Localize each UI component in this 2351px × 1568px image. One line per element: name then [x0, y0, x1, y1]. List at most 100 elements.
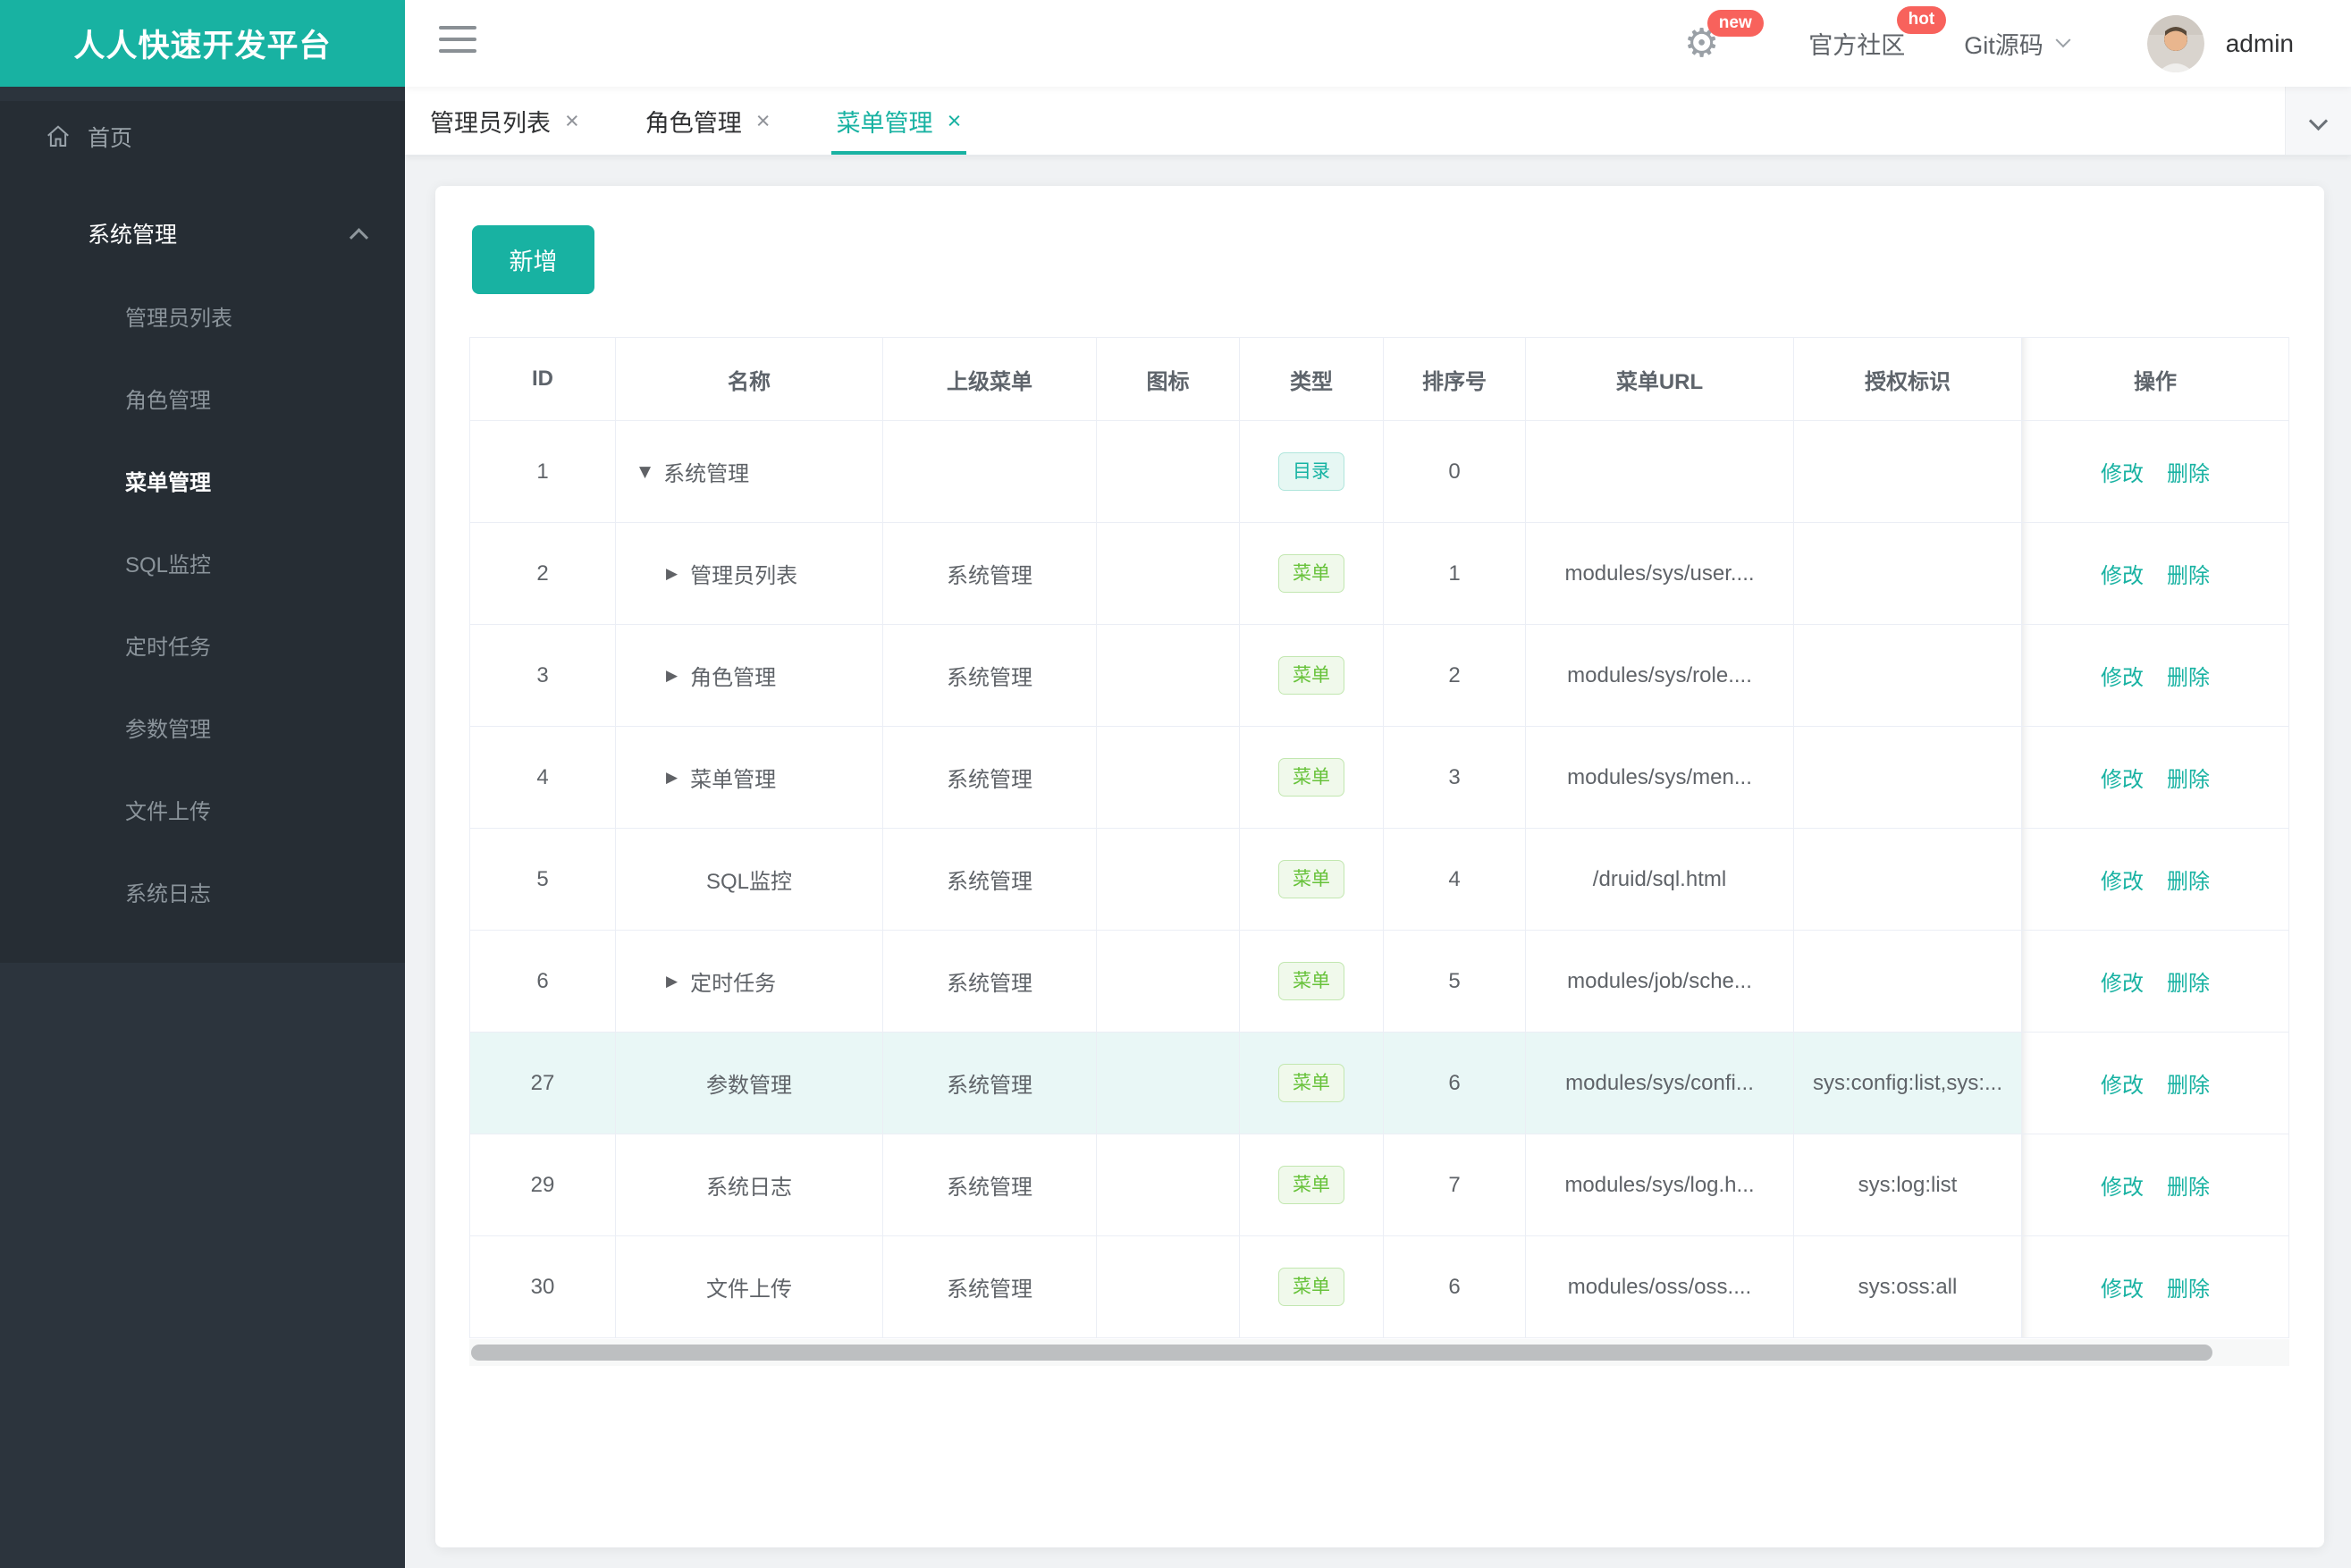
sidebar-item-定时任务[interactable]: 定时任务: [0, 607, 405, 689]
sidebar-toggle-button[interactable]: [439, 26, 476, 53]
edit-link[interactable]: 修改: [2101, 1074, 2144, 1098]
type-badge: 菜单: [1278, 1064, 1344, 1102]
delete-link[interactable]: 删除: [2167, 462, 2210, 486]
table-row: 27 参数管理 系统管理 菜单 6 modules/sys/confi... sys:con…: [469, 1032, 2289, 1134]
table-row: 5 SQL监控 系统管理 菜单 4/druid/sql.html 修改 删除: [469, 828, 2289, 931]
cell-name: ▼ 系统管理: [615, 420, 883, 523]
expand-arrow-icon[interactable]: ▶: [666, 565, 678, 583]
cell-auth: [1793, 624, 2022, 727]
tab-菜单管理[interactable]: 菜单管理 ×: [830, 87, 967, 155]
delete-link[interactable]: 删除: [2167, 1074, 2210, 1098]
chevron-down-icon: [2308, 111, 2329, 131]
cell-actions: 修改 删除: [2021, 624, 2289, 727]
cell-id: 2: [469, 522, 616, 625]
delete-link[interactable]: 删除: [2167, 870, 2210, 894]
cell-url: modules/sys/user....: [1525, 522, 1794, 625]
edit-link[interactable]: 修改: [2101, 1277, 2144, 1302]
table-row: 2 ▶ 管理员列表 系统管理 菜单 1 modules/sys/user.... 修改 删除: [469, 522, 2289, 625]
delete-link[interactable]: 删除: [2167, 1176, 2210, 1200]
username[interactable]: admin: [2226, 30, 2294, 58]
community-label: 官方社区: [1808, 32, 1906, 59]
cell-auth: [1793, 930, 2022, 1033]
sidebar-item-home[interactable]: 首页: [0, 101, 405, 173]
cell-icon: [1096, 1032, 1240, 1134]
tab-管理员列表[interactable]: 管理员列表 ×: [430, 87, 579, 155]
tab-close-icon[interactable]: ×: [565, 107, 579, 135]
cell-name: 系统日志: [615, 1134, 883, 1236]
cell-auth: [1793, 420, 2022, 523]
tab-overflow-button[interactable]: [2285, 87, 2351, 155]
sidebar-item-文件上传[interactable]: 文件上传: [0, 771, 405, 854]
table-row: 1 ▼ 系统管理 目录 0 修改 删除: [469, 420, 2289, 523]
cell-name: SQL监控: [615, 828, 883, 931]
tab-close-icon[interactable]: ×: [756, 107, 771, 135]
cell-id: 3: [469, 624, 616, 727]
sidebar: 人人快速开发平台 首页 系统管理 管理员列表 角色管理 菜单管理 SQL监控 定时任务参…: [0, 0, 405, 1568]
delete-link[interactable]: 删除: [2167, 564, 2210, 588]
cell-actions: 修改 删除: [2021, 828, 2289, 931]
sidebar-item-角色管理[interactable]: 角色管理: [0, 360, 405, 443]
cell-parent: 系统管理: [882, 1032, 1097, 1134]
sidebar-group-system[interactable]: 系统管理: [0, 198, 405, 269]
edit-link[interactable]: 修改: [2101, 666, 2144, 690]
expand-arrow-icon[interactable]: ▶: [666, 769, 678, 787]
tab-close-icon[interactable]: ×: [948, 107, 962, 135]
column-header-上级菜单: 上级菜单: [882, 337, 1097, 421]
collapse-arrow-icon[interactable]: ▼: [639, 463, 651, 481]
app-logo: 人人快速开发平台: [0, 0, 405, 87]
cell-icon: [1096, 1235, 1240, 1338]
scrollbar-thumb[interactable]: [471, 1345, 2212, 1361]
sidebar-item-参数管理[interactable]: 参数管理: [0, 689, 405, 771]
avatar[interactable]: [2146, 14, 2204, 72]
edit-link[interactable]: 修改: [2101, 768, 2144, 792]
cell-order: 3: [1383, 726, 1526, 829]
edit-link[interactable]: 修改: [2101, 462, 2144, 486]
cell-icon: [1096, 522, 1240, 625]
cell-auth: sys:log:list: [1793, 1134, 2022, 1236]
sidebar-item-SQL监控[interactable]: SQL监控: [0, 525, 405, 607]
cell-url: [1525, 420, 1794, 523]
type-badge: 菜单: [1278, 554, 1344, 593]
sidebar-item-管理员列表[interactable]: 管理员列表: [0, 278, 405, 360]
column-header-排序号: 排序号: [1383, 337, 1526, 421]
settings-button[interactable]: ⚙ new: [1684, 9, 1764, 63]
delete-link[interactable]: 删除: [2167, 1277, 2210, 1302]
menu-name: 系统管理: [663, 462, 750, 486]
git-source-dropdown[interactable]: Git源码: [1964, 26, 2071, 61]
cell-icon: [1096, 1134, 1240, 1236]
cell-actions: 修改 删除: [2021, 726, 2289, 829]
sidebar-item-系统日志[interactable]: 系统日志: [0, 854, 405, 936]
horizontal-scrollbar: [469, 1339, 2289, 1366]
cell-icon: [1096, 828, 1240, 931]
column-header-类型: 类型: [1239, 337, 1384, 421]
cell-name: 参数管理: [615, 1032, 883, 1134]
edit-link[interactable]: 修改: [2101, 564, 2144, 588]
cell-name: ▶ 角色管理: [615, 624, 883, 727]
cell-auth: [1793, 522, 2022, 625]
column-header-图标: 图标: [1096, 337, 1240, 421]
column-header-操作: 操作: [2021, 337, 2289, 421]
cell-parent: [882, 420, 1097, 523]
delete-link[interactable]: 删除: [2167, 666, 2210, 690]
community-link[interactable]: 官方社区 hot: [1808, 6, 1947, 61]
tab-角色管理[interactable]: 角色管理 ×: [645, 87, 771, 155]
cell-parent: 系统管理: [882, 1134, 1097, 1236]
cell-actions: 修改 删除: [2021, 930, 2289, 1033]
hot-badge: hot: [1896, 6, 1947, 34]
expand-arrow-icon[interactable]: ▶: [666, 973, 678, 991]
edit-link[interactable]: 修改: [2101, 870, 2144, 894]
cell-parent: 系统管理: [882, 930, 1097, 1033]
tab-bar: 管理员列表 × 角色管理 × 菜单管理 ×: [405, 87, 2351, 156]
delete-link[interactable]: 删除: [2167, 972, 2210, 996]
delete-link[interactable]: 删除: [2167, 768, 2210, 792]
cell-order: 6: [1383, 1032, 1526, 1134]
cell-order: 1: [1383, 522, 1526, 625]
add-button[interactable]: 新增: [472, 225, 594, 294]
edit-link[interactable]: 修改: [2101, 972, 2144, 996]
sidebar-item-菜单管理[interactable]: 菜单管理: [0, 443, 405, 525]
edit-link[interactable]: 修改: [2101, 1176, 2144, 1200]
cell-order: 6: [1383, 1235, 1526, 1338]
cell-name: ▶ 定时任务: [615, 930, 883, 1033]
cell-id: 1: [469, 420, 616, 523]
expand-arrow-icon[interactable]: ▶: [666, 667, 678, 685]
